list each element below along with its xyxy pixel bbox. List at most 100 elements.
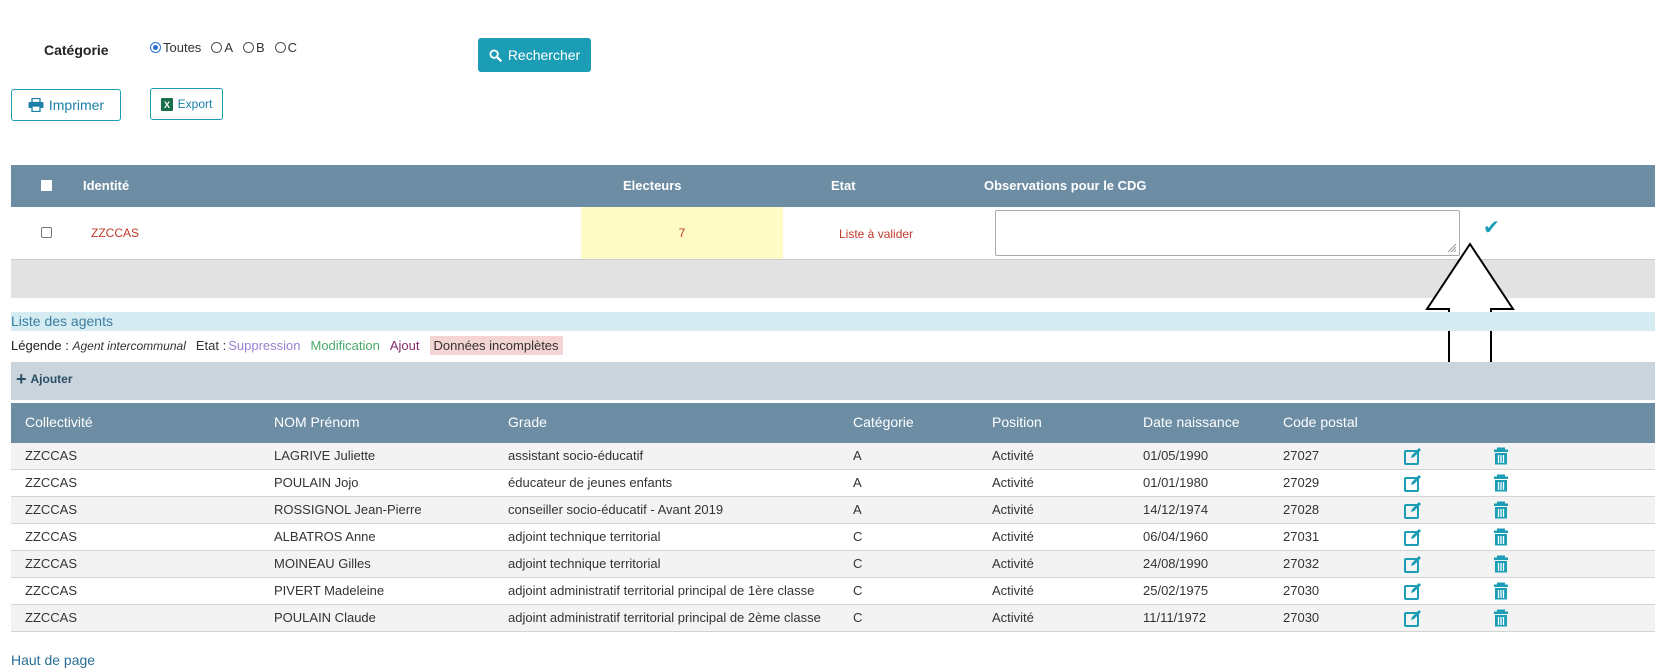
radio-button[interactable] [211,42,223,53]
table-row: ZZCCAS POULAIN Jojo éducateur de jeunes en… [11,470,1655,497]
date-cell: 06/04/1960 [1143,529,1209,544]
date-cell: 25/02/1975 [1143,583,1209,598]
categorie-cell: C [853,529,863,544]
categorie-cell: C [853,556,863,571]
trash-icon[interactable] [1492,582,1510,600]
radio-a[interactable]: A [211,40,233,55]
trash-icon[interactable] [1492,501,1510,519]
header-observations: Observations pour le CDG [984,178,1147,193]
export-button-label: Export [177,97,213,111]
legend-intercommunal: Agent intercommunal [72,339,186,353]
grade-cell: adjoint technique territorial [508,529,661,544]
excel-icon: X [160,97,173,111]
row-checkbox[interactable] [41,227,52,238]
header-electeurs: Electeurs [623,178,682,193]
radio-b[interactable]: B [242,40,265,55]
edit-icon[interactable] [1404,474,1422,492]
edit-icon[interactable] [1404,555,1422,573]
code-postal-cell: 27028 [1283,502,1320,517]
edit-icon[interactable] [1404,501,1422,519]
trash-icon[interactable] [1492,528,1510,546]
position-cell: Activité [992,583,1034,598]
radio-label: Toutes [163,40,202,55]
radio-button[interactable] [242,42,254,53]
col-position: Position [992,414,1042,430]
code-postal-cell: 27031 [1283,529,1320,544]
trash-icon[interactable] [1492,447,1510,465]
agents-table-header: Collectivité NOM Prénom Grade Catégorie … [11,403,1655,443]
nom-cell: MOINEAU Gilles [274,556,371,571]
collectivite-cell: ZZCCAS [25,502,77,517]
back-to-top-link[interactable]: Haut de page [11,652,95,668]
col-grade: Grade [508,414,547,430]
edit-icon[interactable] [1404,528,1422,546]
nom-cell: POULAIN Claude [274,610,376,625]
collectivite-cell: ZZCCAS [25,583,77,598]
collectivite-cell: ZZCCAS [25,529,77,544]
print-button-label: Imprimer [48,97,105,113]
export-button[interactable]: X Export [150,88,223,120]
radio-toutes[interactable]: Toutes [150,40,201,55]
grade-cell: assistant socio-éducatif [508,448,644,463]
trash-icon[interactable] [1492,555,1510,573]
add-agent-button[interactable]: + Ajouter [16,369,73,389]
col-categorie: Catégorie [853,414,914,430]
print-icon [28,98,44,112]
radio-label: A [224,40,233,55]
edit-icon[interactable] [1404,447,1422,465]
select-all-checkbox[interactable] [41,180,52,191]
date-cell: 11/11/1972 [1143,610,1207,625]
legend-suppression: Suppression [228,338,301,353]
add-agent-label: Ajouter [30,372,73,386]
electeurs-cell: 7 [581,207,783,259]
grade-cell: adjoint administratif territorial princi… [508,610,821,625]
categorie-cell: A [853,475,862,490]
edit-icon[interactable] [1404,609,1422,627]
nom-cell: ALBATROS Anne [274,529,376,544]
electeurs-value: 7 [678,226,686,240]
code-postal-cell: 27027 [1283,448,1320,463]
search-button-label: Rechercher [507,47,581,63]
summary-footer-bar [11,260,1655,298]
summary-row: ZZCCAS 7 Liste à valider ✔ [11,207,1655,260]
check-icon[interactable]: ✔ [1483,215,1500,240]
radio-button[interactable] [150,42,161,53]
header-identity: Identité [83,178,130,193]
legend-incompletes: Données incomplètes [429,336,563,355]
position-cell: Activité [992,610,1034,625]
agents-table-body: ZZCCAS LAGRIVE Juliette assistant socio-éd… [11,443,1655,632]
code-postal-cell: 27029 [1283,475,1320,490]
search-button[interactable]: Rechercher [478,38,591,72]
date-cell: 24/08/1990 [1143,556,1209,571]
trash-icon[interactable] [1492,474,1510,492]
code-postal-cell: 27030 [1283,610,1320,625]
agents-section-title: Liste des agents [11,312,1655,331]
print-button[interactable]: Imprimer [11,89,121,121]
collectivite-cell: ZZCCAS [25,475,77,490]
categorie-cell: C [853,583,863,598]
table-row: ZZCCAS PIVERT Madeleine adjoint administra… [11,578,1655,605]
col-collectivite: Collectivité [25,414,93,430]
grade-cell: adjoint technique territorial [508,556,661,571]
table-row: ZZCCAS ROSSIGNOL Jean-Pierre conseiller so… [11,497,1655,524]
radio-button[interactable] [274,42,286,53]
code-postal-cell: 27032 [1283,556,1320,571]
plus-icon: + [16,369,27,389]
radio-c[interactable]: C [274,40,297,55]
trash-icon[interactable] [1492,609,1510,627]
observations-textarea[interactable] [995,210,1460,256]
collectivite-cell: ZZCCAS [25,556,77,571]
nom-cell: PIVERT Madeleine [274,583,385,598]
date-cell: 01/01/1980 [1143,475,1209,490]
add-bar: + Ajouter [11,362,1655,400]
collectivite-cell: ZZCCAS [25,448,77,463]
identity-cell: ZZCCAS [91,226,139,240]
edit-icon[interactable] [1404,582,1422,600]
nom-cell: LAGRIVE Juliette [274,448,376,463]
nom-cell: POULAIN Jojo [274,475,359,490]
date-cell: 01/05/1990 [1143,448,1209,463]
etat-cell: Liste à valider [839,227,914,241]
position-cell: Activité [992,529,1034,544]
position-cell: Activité [992,556,1034,571]
grade-cell: conseiller socio-éducatif - Avant 2019 [508,502,724,517]
